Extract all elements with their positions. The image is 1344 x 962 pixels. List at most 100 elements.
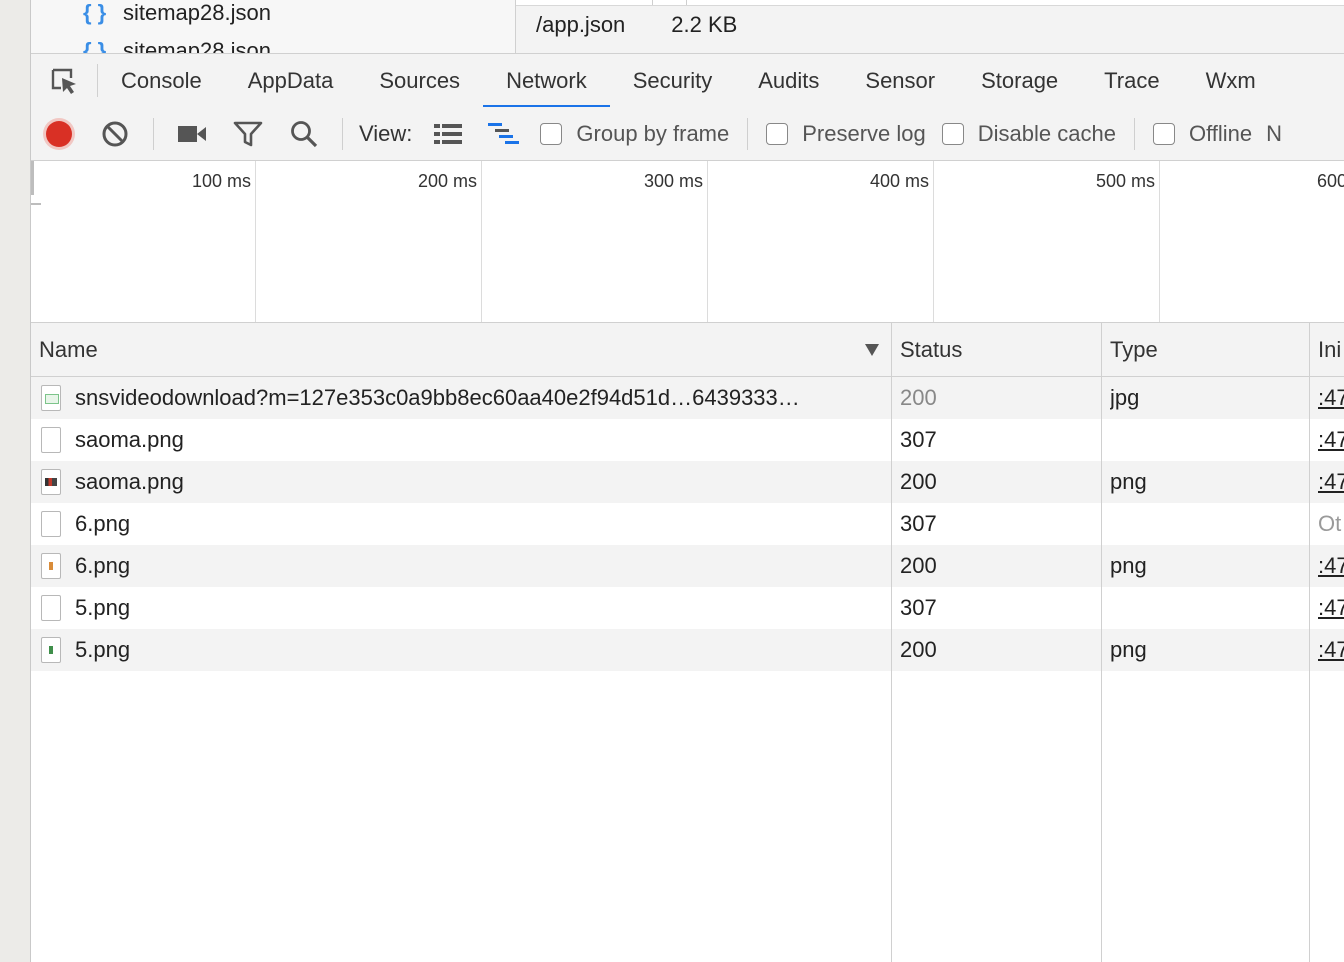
type-cell [1110,503,1310,545]
json-braces-icon: { } [83,0,107,25]
column-divider[interactable] [891,323,892,962]
tab-storage[interactable]: Storage [958,54,1081,107]
initiator-link[interactable]: :47 [1318,419,1344,461]
initiator-link[interactable]: :47 [1318,461,1344,503]
checkbox-box [1152,122,1175,145]
status-cell: 200 [900,385,937,410]
table-row[interactable]: saoma.png 200 png :47 [31,461,1344,503]
table-row[interactable]: 5.png 200 png :47 [31,629,1344,671]
tab-label: Audits [758,67,820,93]
status-cell: 307 [900,511,937,536]
column-header-status[interactable]: Status [892,323,1101,376]
request-name: 5.png [75,637,131,662]
preview-file-info: /app.json 2.2 KB [536,12,737,38]
type-cell: png [1110,469,1147,494]
file-tree-item[interactable]: { } sitemap28.json [83,38,271,53]
column-header-name[interactable]: Name [31,323,891,376]
record-button[interactable] [31,107,87,160]
tab-console[interactable]: Console [98,54,225,107]
table-body: snsvideodownload?m=127e353c0a9bb8ec60aa4… [31,377,1344,671]
blank-file-icon [41,595,61,621]
network-overview-timeline[interactable]: 100 ms 200 ms 300 ms 400 ms 500 ms 600 [31,161,1344,323]
waterfall-view-icon [488,122,520,144]
preview-panel: /app.json 2.2 KB [516,0,1344,53]
column-header-initiator[interactable]: Ini [1310,323,1344,376]
table-row[interactable]: 6.png 200 png :47 [31,545,1344,587]
clear-button[interactable] [87,107,143,160]
tab-sensor[interactable]: Sensor [842,54,958,107]
tab-audits[interactable]: Audits [735,54,842,107]
tab-label: Trace [1104,67,1160,93]
overview-toggle[interactable] [476,107,532,160]
tab-sources[interactable]: Sources [356,54,483,107]
name-cell: snsvideodownload?m=127e353c0a9bb8ec60aa4… [41,377,881,419]
tab-wxml[interactable]: Wxm [1183,54,1279,107]
blank-file-icon [41,427,61,453]
disable-cache-checkbox[interactable]: Disable cache [941,121,1116,147]
truncated-toolbar-item[interactable]: N [1266,121,1282,147]
type-cell [1110,587,1310,629]
preserve-log-checkbox[interactable]: Preserve log [766,121,926,147]
tab-label: Security [632,67,713,93]
tab-network[interactable]: Network [483,54,610,108]
inspect-element-button[interactable] [31,64,98,97]
table-row[interactable]: snsvideodownload?m=127e353c0a9bb8ec60aa4… [31,377,1344,419]
group-by-frame-checkbox[interactable]: Group by frame [540,121,729,147]
status-cell: 307 [900,595,937,620]
file-tree-item[interactable]: { } sitemap28.json [83,0,271,26]
filter-button[interactable] [220,107,276,160]
image-file-icon [41,469,61,495]
column-header-label: Ini [1318,336,1342,362]
network-toolbar: View: Group by frame Preserve log Disabl… [31,107,1344,161]
request-name: snsvideodownload?m=127e353c0a9bb8ec60aa4… [75,385,800,410]
search-button[interactable] [276,107,332,160]
type-cell: jpg [1110,385,1140,410]
large-rows-toggle[interactable] [420,107,476,160]
initiator-link[interactable]: :47 [1318,629,1344,671]
view-label: View: [359,120,413,146]
checkbox-box [941,122,964,145]
type-cell: png [1110,637,1147,662]
initiator-link[interactable]: :47 [1318,587,1344,629]
file-tree-item-label: sitemap28.json [123,38,271,53]
column-divider[interactable] [1101,323,1102,962]
search-icon [291,120,318,147]
file-tree-panel: { } sitemap28.json { } sitemap28.json [31,0,516,53]
tab-appdata[interactable]: AppData [225,54,357,107]
preview-size: 2.2 KB [671,12,738,37]
type-cell: png [1110,553,1147,578]
tab-label: AppData [247,67,334,93]
column-header-label: Status [900,336,963,362]
overview-column: 400 ms [708,161,934,322]
type-cell [1110,419,1310,461]
toolbar-divider [747,117,749,150]
checkbox-label: Offline [1188,120,1253,146]
preview-header-strip [516,0,1344,6]
table-row[interactable]: saoma.png 307 :47 [31,419,1344,461]
json-braces-icon: { } [83,38,107,53]
name-cell: saoma.png [41,461,881,503]
tab-label: Console [121,67,202,93]
initiator-link[interactable]: :47 [1318,545,1344,587]
table-row[interactable]: 6.png 307 Ot [31,503,1344,545]
table-row[interactable]: 5.png 307 :47 [31,587,1344,629]
offline-checkbox[interactable]: Offline [1152,120,1253,147]
initiator-link[interactable]: :47 [1318,377,1344,419]
capture-screenshots-button[interactable] [164,107,220,160]
column-header-type[interactable]: Type [1102,323,1309,376]
overview-column: 200 ms [256,161,482,322]
left-gutter [0,0,31,962]
divider [686,0,687,5]
tab-security[interactable]: Security [610,54,735,107]
checkbox-box [766,122,789,145]
name-cell: 5.png [41,629,881,671]
name-cell: saoma.png [41,419,881,461]
name-cell: 6.png [41,503,881,545]
divider [652,0,653,5]
preview-path: /app.json [536,12,626,37]
overview-tick-label: 400 ms [869,171,929,191]
overview-column: 500 ms [934,161,1160,322]
column-divider[interactable] [1309,323,1310,962]
column-header-label: Type [1110,336,1158,362]
tab-trace[interactable]: Trace [1081,54,1182,107]
